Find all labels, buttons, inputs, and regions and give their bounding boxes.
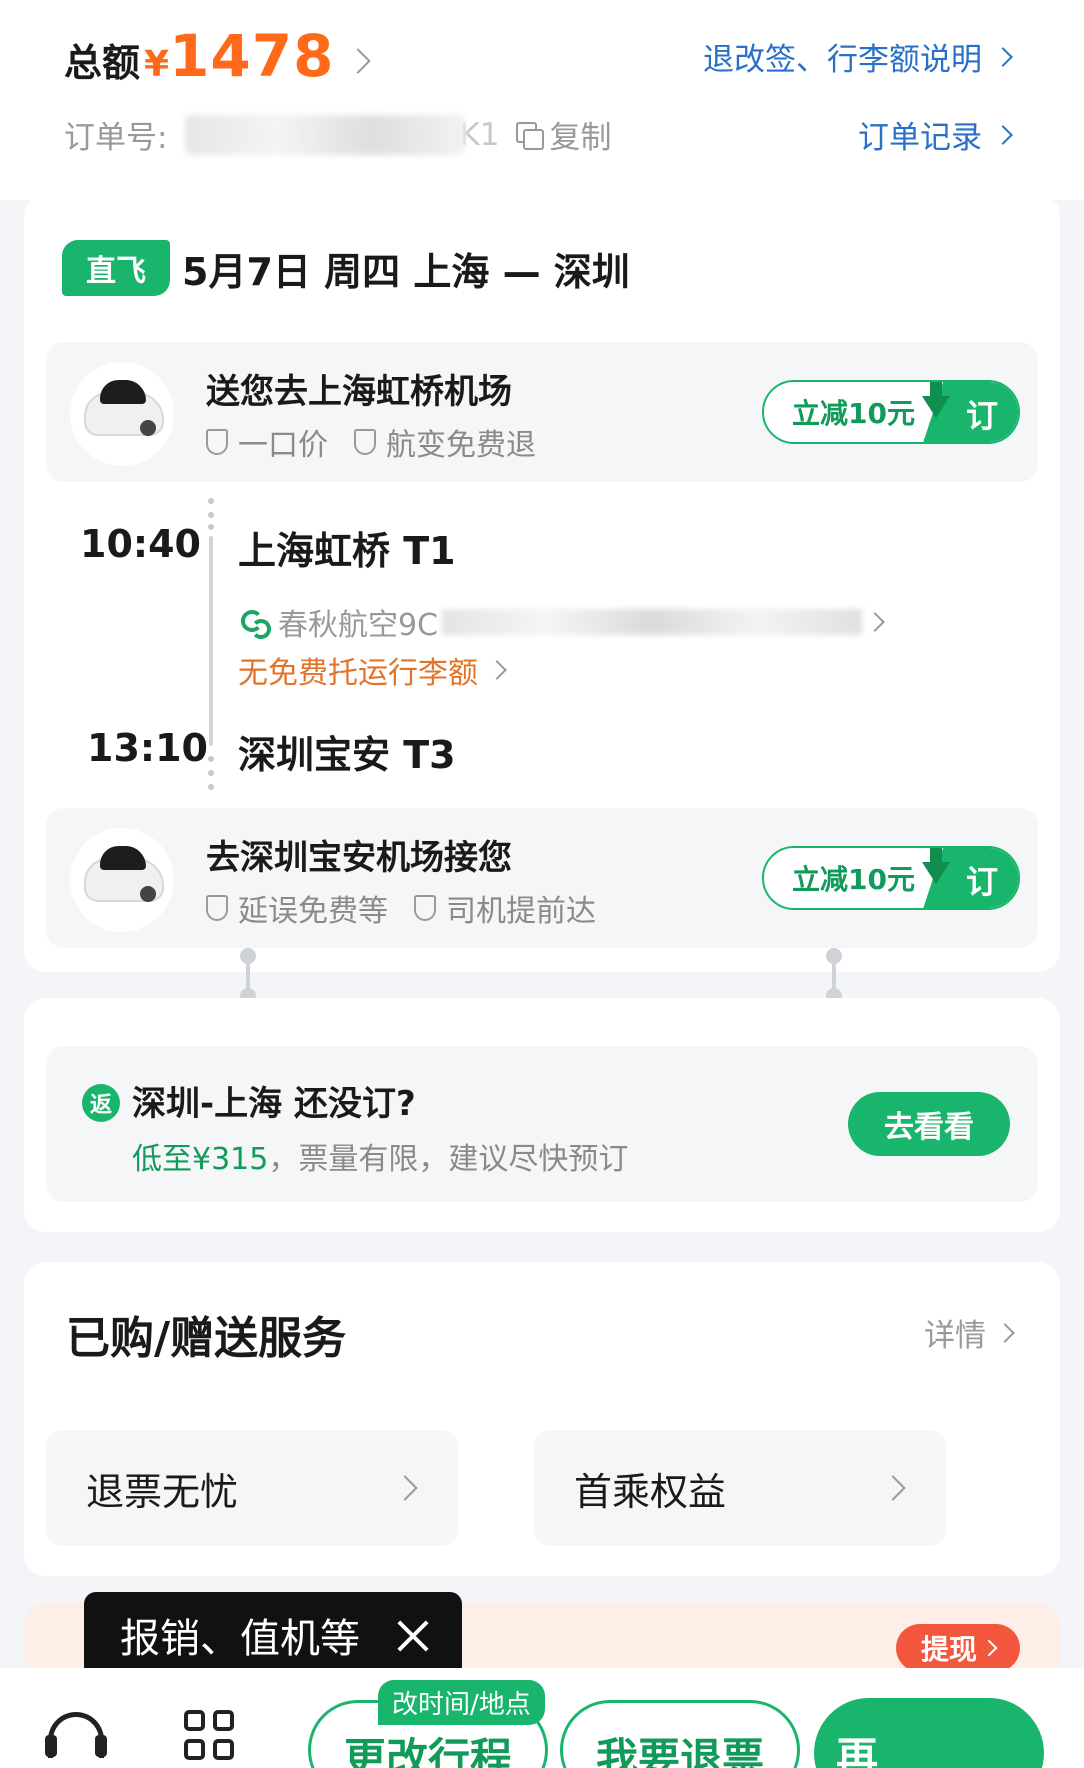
chevron-right-icon [993, 46, 1013, 67]
copy-button[interactable]: 复制 [550, 112, 612, 157]
withdraw-label: 提现 [920, 1633, 977, 1666]
chevron-right-icon [880, 1475, 906, 1501]
chevron-right-icon [993, 124, 1013, 145]
refund-button[interactable]: 我要退票 [560, 1700, 800, 1768]
rules-link[interactable]: 退改签、行李额说明 [703, 34, 1013, 79]
airline-info[interactable]: 春秋航空9C [238, 600, 885, 644]
feature-label: 司机提前达 [446, 894, 596, 929]
chevron-right-icon [392, 1475, 418, 1501]
arrival-airport: 深圳宝安 T3 [238, 733, 456, 777]
bottom-action-bar: 更改行程 改时间/地点 我要退票 再 [0, 1668, 1084, 1768]
return-title: 深圳-上海 还没订? [132, 1084, 416, 1124]
flight-details-redacted [442, 609, 863, 635]
feature-label: 一口价 [238, 428, 328, 463]
total-label: 总额 [64, 41, 141, 85]
shield-icon [206, 429, 228, 455]
rules-link-label: 退改签、行李额说明 [703, 42, 982, 78]
service-label: 首乘权益 [574, 1469, 727, 1514]
transfer-title: 去深圳宝安机场接您 [206, 838, 512, 878]
service-item-refund-worry-free[interactable]: 退票无忧 [46, 1430, 458, 1546]
airline-logo-icon [238, 607, 271, 639]
card-connector [826, 948, 842, 1004]
withdraw-button[interactable]: 提现 [896, 1624, 1020, 1672]
baggage-label: 无免费托运行李额 [238, 656, 478, 691]
feature-item: 司机提前达 [414, 886, 596, 930]
chevron-right-icon [344, 48, 371, 74]
detail-label: 详情 [924, 1318, 986, 1354]
services-card: 已购/赠送服务 详情 退票无忧 首乘权益 [24, 1262, 1060, 1576]
baggage-notice[interactable]: 无免费托运行李额 [238, 648, 507, 692]
close-icon[interactable] [394, 1616, 432, 1654]
order-history-label: 订单记录 [858, 120, 982, 156]
total-price[interactable]: 总额 ¥ 1478 [64, 22, 371, 90]
book-transfer-button[interactable]: 立减10元 订 [762, 380, 1020, 444]
book-transfer-button[interactable]: 立减10元 订 [762, 846, 1020, 910]
discount-label: 立减10元 [792, 863, 915, 896]
tooltip-text: 报销、值机等 [120, 1616, 360, 1662]
flight-date-route: 5月7日 周四 上海 — 深圳 [182, 249, 630, 294]
direct-flight-tag: 直飞 [62, 240, 170, 296]
feature-item: 航变免费退 [354, 420, 536, 464]
shield-icon [414, 895, 436, 921]
return-note: ，票量有限，建议尽快预订 [268, 1142, 629, 1177]
return-trip-panel[interactable]: 返 深圳-上海 还没订? 低至¥315，票量有限，建议尽快预订 去看看 [46, 1046, 1038, 1202]
total-currency: ¥ [144, 44, 170, 85]
chevron-right-icon [487, 660, 507, 680]
order-header: 总额 ¥ 1478 退改签、行李额说明 订单号: K1 复制 订单记录 [0, 0, 1084, 200]
arrow-down-icon [922, 396, 950, 418]
transfer-title: 送您去上海虹桥机场 [206, 372, 512, 412]
car-icon [70, 362, 174, 466]
airline-name: 春秋航空9C [278, 608, 439, 643]
more-features-tooltip: 报销、值机等 [84, 1592, 462, 1692]
feature-label: 航变免费退 [386, 428, 536, 463]
arrival-time: 13:10 [87, 726, 208, 770]
chevron-right-icon [980, 1639, 998, 1657]
transfer-to-airport[interactable]: 送您去上海虹桥机场 一口价 航变免费退 立减10元 订 [46, 342, 1038, 482]
rebook-button[interactable]: 再 [814, 1698, 1044, 1768]
return-subtitle: 低至¥315，票量有限，建议尽快预订 [132, 1134, 628, 1178]
order-number-label: 订单号: [64, 120, 168, 156]
feature-item: 延误免费等 [206, 886, 388, 930]
flight-timeline [208, 498, 214, 790]
flight-card: 直飞 5月7日 周四 上海 — 深圳 送您去上海虹桥机场 一口价 航变免费退 立… [24, 194, 1060, 972]
shield-icon [206, 895, 228, 921]
feature-item: 一口价 [206, 420, 328, 464]
transfer-features: 延误免费等 司机提前达 [206, 886, 596, 930]
transfer-from-airport[interactable]: 去深圳宝安机场接您 延误免费等 司机提前达 立减10元 订 [46, 808, 1038, 948]
more-grid-icon[interactable] [184, 1710, 236, 1762]
services-detail-link[interactable]: 详情 [924, 1310, 1015, 1355]
services-title: 已购/赠送服务 [66, 1313, 347, 1364]
flight-title: 直飞 5月7日 周四 上海 — 深圳 [62, 240, 630, 296]
total-amount: 1478 [169, 22, 335, 90]
feature-label: 延误免费等 [238, 894, 388, 929]
transfer-features: 一口价 航变免费退 [206, 420, 536, 464]
change-tag: 改时间/地点 [378, 1680, 545, 1725]
return-trip-card: 返 深圳-上海 还没订? 低至¥315，票量有限，建议尽快预订 去看看 [24, 998, 1060, 1232]
car-icon [70, 828, 174, 932]
departure-time: 10:40 [80, 522, 201, 566]
arrow-down-icon [922, 862, 950, 884]
shield-icon [354, 429, 376, 455]
view-return-button[interactable]: 去看看 [848, 1092, 1010, 1156]
discount-label: 立减10元 [792, 397, 915, 430]
return-badge: 返 [82, 1084, 120, 1122]
order-history-link[interactable]: 订单记录 [858, 112, 1013, 157]
return-price: 低至¥315 [132, 1142, 269, 1177]
service-item-first-ride[interactable]: 首乘权益 [534, 1430, 946, 1546]
order-number-row: 订单号: K1 复制 [64, 112, 612, 157]
copy-icon[interactable] [515, 121, 544, 150]
chevron-right-icon [995, 1322, 1015, 1343]
card-connector [240, 948, 256, 1004]
chevron-right-icon [865, 612, 885, 632]
order-number-redacted [185, 114, 466, 155]
service-label: 退票无忧 [86, 1469, 239, 1514]
customer-service-icon[interactable] [45, 1712, 107, 1758]
departure-airport: 上海虹桥 T1 [238, 529, 456, 573]
order-number-tail: K1 [459, 116, 500, 153]
